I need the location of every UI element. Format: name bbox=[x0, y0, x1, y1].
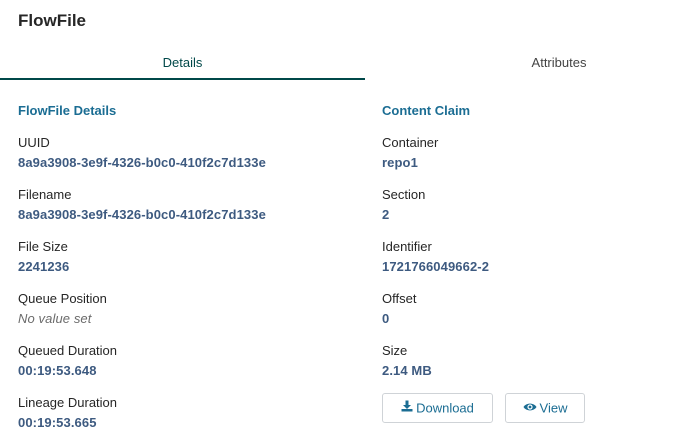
section-field: Section 2 bbox=[382, 187, 425, 223]
lineage-duration-label: Lineage Duration bbox=[18, 395, 118, 410]
download-icon bbox=[401, 394, 413, 422]
identifier-value: 1721766049662-2 bbox=[382, 259, 490, 274]
lineage-duration-value: 00:19:53.665 bbox=[18, 415, 97, 430]
download-button[interactable]: Download bbox=[382, 393, 493, 423]
queued-duration-label: Queued Duration bbox=[18, 343, 118, 358]
file-size-value: 2241236 bbox=[18, 259, 70, 274]
flowfile-details-section: FlowFile Details bbox=[18, 102, 358, 122]
tab-attributes[interactable]: Attributes bbox=[365, 48, 693, 80]
container-field: Container repo1 bbox=[382, 135, 438, 171]
filename-value: 8a9a3908-3e9f-4326-b0c0-410f2c7d133e bbox=[18, 207, 266, 222]
identifier-label: Identifier bbox=[382, 239, 432, 254]
filename-label: Filename bbox=[18, 187, 72, 202]
uuid-label: UUID bbox=[18, 135, 50, 150]
size-label: Size bbox=[382, 343, 408, 358]
download-label: Download bbox=[416, 400, 474, 416]
lineage-duration-field: Lineage Duration 00:19:53.665 bbox=[18, 395, 117, 431]
size-value: 2.14 MB bbox=[382, 363, 432, 378]
queue-position-field: Queue Position No value set bbox=[18, 291, 107, 327]
flowfile-details-title: FlowFile Details bbox=[18, 103, 117, 118]
container-label: Container bbox=[382, 135, 439, 150]
identifier-field: Identifier 1721766049662-2 bbox=[382, 239, 489, 275]
tab-bar: Details Attributes bbox=[0, 48, 693, 80]
content-claim-title: Content Claim bbox=[382, 103, 471, 118]
flowfile-dialog: FlowFile Details Attributes FlowFile Det… bbox=[0, 0, 693, 446]
dialog-title: FlowFile bbox=[18, 11, 86, 30]
uuid-field: UUID 8a9a3908-3e9f-4326-b0c0-410f2c7d133… bbox=[18, 135, 266, 171]
offset-label: Offset bbox=[382, 291, 417, 306]
offset-field: Offset 0 bbox=[382, 291, 416, 327]
eye-icon bbox=[523, 394, 537, 422]
offset-value: 0 bbox=[382, 311, 390, 326]
queue-position-value: No value set bbox=[18, 311, 92, 326]
queued-duration-value: 00:19:53.648 bbox=[18, 363, 97, 378]
file-size-field: File Size 2241236 bbox=[18, 239, 69, 275]
file-size-label: File Size bbox=[18, 239, 68, 254]
uuid-value: 8a9a3908-3e9f-4326-b0c0-410f2c7d133e bbox=[18, 155, 266, 170]
filename-field: Filename 8a9a3908-3e9f-4326-b0c0-410f2c7… bbox=[18, 187, 266, 223]
size-field: Size 2.14 MB bbox=[382, 343, 432, 379]
content-claim-section: Content Claim bbox=[382, 102, 682, 122]
section-value: 2 bbox=[382, 207, 390, 222]
container-value: repo1 bbox=[382, 155, 418, 170]
queue-position-label: Queue Position bbox=[18, 291, 107, 306]
queued-duration-field: Queued Duration 00:19:53.648 bbox=[18, 343, 117, 379]
section-label: Section bbox=[382, 187, 426, 202]
view-button[interactable]: View bbox=[505, 393, 585, 423]
tab-details[interactable]: Details bbox=[0, 48, 365, 80]
view-label: View bbox=[539, 400, 568, 416]
